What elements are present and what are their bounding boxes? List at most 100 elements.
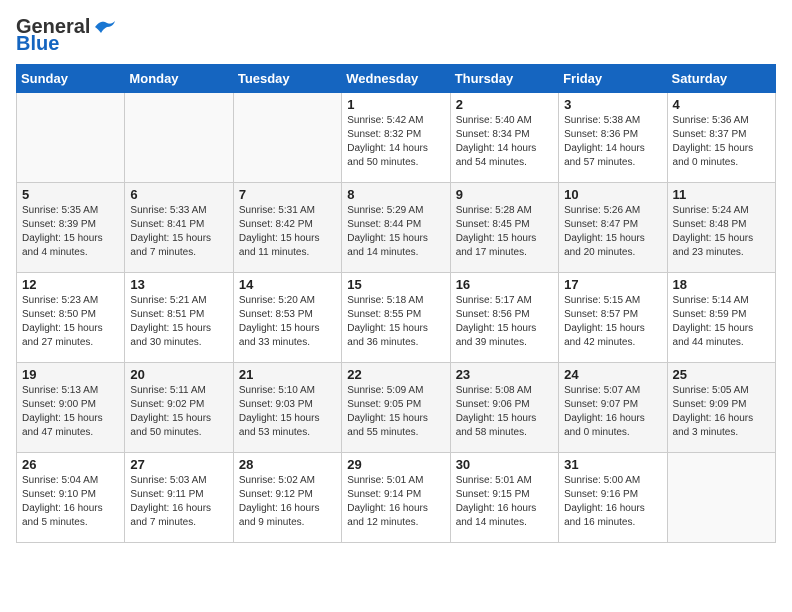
calendar-day-cell: 2Sunrise: 5:40 AM Sunset: 8:34 PM Daylig… (450, 93, 558, 183)
calendar-day-cell: 15Sunrise: 5:18 AM Sunset: 8:55 PM Dayli… (342, 273, 450, 363)
day-info: Sunrise: 5:28 AM Sunset: 8:45 PM Dayligh… (456, 204, 553, 260)
calendar-day-cell: 7 Sunrise: 5:31 AM Sunset: 8:42 PM Daylig… (233, 183, 341, 273)
day-number: 24 (564, 367, 661, 382)
day-info: Sunrise: 5:13 AM Sunset: 9:00 PM Dayligh… (22, 384, 119, 440)
day-number: 27 (130, 457, 227, 472)
calendar-day-cell: 12 Sunrise: 5:23 AM Sunset: 8:50 PM Dayli… (17, 273, 125, 363)
day-info: Sunrise: 5:26 AM Sunset: 8:47 PM Dayligh… (564, 204, 661, 260)
calendar-week-row: 26 Sunrise: 5:04 AM Sunset: 9:10 PM Dayli… (17, 453, 776, 543)
calendar-day-cell: 30 Sunrise: 5:01 AM Sunset: 9:15 PM Dayli… (450, 453, 558, 543)
day-info: Sunrise: 5:09 AM Sunset: 9:05 PM Dayligh… (347, 384, 444, 440)
calendar-body: 1 Sunrise: 5:42 AM Sunset: 8:32 PM Daylig… (17, 93, 776, 543)
day-info: Sunrise: 5:36 AM Sunset: 8:37 PM Dayligh… (673, 114, 770, 170)
day-info: Sunrise: 5:07 AM Sunset: 9:07 PM Dayligh… (564, 384, 661, 440)
day-number: 2 (456, 97, 553, 112)
day-number: 18 (673, 277, 770, 292)
day-number: 25 (673, 367, 770, 382)
day-number: 10 (564, 187, 661, 202)
calendar-header: SundayMondayTuesdayWednesdayThursdayFrid… (17, 65, 776, 93)
calendar-week-row: 12 Sunrise: 5:23 AM Sunset: 8:50 PM Dayli… (17, 273, 776, 363)
day-of-week-header: Monday (125, 65, 233, 93)
day-number: 11 (673, 187, 770, 202)
day-of-week-header: Wednesday (342, 65, 450, 93)
logo-blue-text: Blue (16, 33, 59, 56)
calendar-day-cell: 13Sunrise: 5:21 AM Sunset: 8:51 PM Dayli… (125, 273, 233, 363)
calendar-day-cell: 31 Sunrise: 5:00 AM Sunset: 9:16 PM Dayli… (559, 453, 667, 543)
calendar-day-cell: 6 Sunrise: 5:33 AM Sunset: 8:41 PM Daylig… (125, 183, 233, 273)
day-info: Sunrise: 5:08 AM Sunset: 9:06 PM Dayligh… (456, 384, 553, 440)
calendar-day-cell: 5 Sunrise: 5:35 AM Sunset: 8:39 PM Daylig… (17, 183, 125, 273)
day-of-week-header: Sunday (17, 65, 125, 93)
page-header: General Blue (16, 16, 776, 56)
day-number: 12 (22, 277, 119, 292)
day-number: 31 (564, 457, 661, 472)
day-number: 20 (130, 367, 227, 382)
day-number: 30 (456, 457, 553, 472)
day-of-week-header: Thursday (450, 65, 558, 93)
day-info: Sunrise: 5:03 AM Sunset: 9:11 PM Dayligh… (130, 474, 227, 530)
day-info: Sunrise: 5:17 AM Sunset: 8:56 PM Dayligh… (456, 294, 553, 350)
calendar-day-cell: 24 Sunrise: 5:07 AM Sunset: 9:07 PM Dayli… (559, 363, 667, 453)
day-info: Sunrise: 5:29 AM Sunset: 8:44 PM Dayligh… (347, 204, 444, 260)
day-info: Sunrise: 5:42 AM Sunset: 8:32 PM Dayligh… (347, 114, 444, 170)
day-info: Sunrise: 5:31 AM Sunset: 8:42 PM Dayligh… (239, 204, 336, 260)
calendar-week-row: 1 Sunrise: 5:42 AM Sunset: 8:32 PM Daylig… (17, 93, 776, 183)
calendar-day-cell: 25 Sunrise: 5:05 AM Sunset: 9:09 PM Dayli… (667, 363, 775, 453)
calendar-day-cell: 11 Sunrise: 5:24 AM Sunset: 8:48 PM Dayli… (667, 183, 775, 273)
calendar-day-cell: 16Sunrise: 5:17 AM Sunset: 8:56 PM Dayli… (450, 273, 558, 363)
calendar-day-cell: 29Sunrise: 5:01 AM Sunset: 9:14 PM Dayli… (342, 453, 450, 543)
day-info: Sunrise: 5:33 AM Sunset: 8:41 PM Dayligh… (130, 204, 227, 260)
day-number: 22 (347, 367, 444, 382)
day-info: Sunrise: 5:01 AM Sunset: 9:15 PM Dayligh… (456, 474, 553, 530)
day-number: 4 (673, 97, 770, 112)
calendar-day-cell (125, 93, 233, 183)
day-info: Sunrise: 5:24 AM Sunset: 8:48 PM Dayligh… (673, 204, 770, 260)
calendar-day-cell: 4 Sunrise: 5:36 AM Sunset: 8:37 PM Daylig… (667, 93, 775, 183)
day-info: Sunrise: 5:35 AM Sunset: 8:39 PM Dayligh… (22, 204, 119, 260)
calendar-day-cell: 3Sunrise: 5:38 AM Sunset: 8:36 PM Daylig… (559, 93, 667, 183)
day-info: Sunrise: 5:15 AM Sunset: 8:57 PM Dayligh… (564, 294, 661, 350)
day-info: Sunrise: 5:00 AM Sunset: 9:16 PM Dayligh… (564, 474, 661, 530)
calendar-day-cell: 1 Sunrise: 5:42 AM Sunset: 8:32 PM Daylig… (342, 93, 450, 183)
day-number: 6 (130, 187, 227, 202)
logo: General Blue (16, 16, 115, 56)
day-info: Sunrise: 5:20 AM Sunset: 8:53 PM Dayligh… (239, 294, 336, 350)
day-info: Sunrise: 5:23 AM Sunset: 8:50 PM Dayligh… (22, 294, 119, 350)
day-number: 1 (347, 97, 444, 112)
day-number: 13 (130, 277, 227, 292)
day-number: 14 (239, 277, 336, 292)
calendar-day-cell: 8Sunrise: 5:29 AM Sunset: 8:44 PM Daylig… (342, 183, 450, 273)
day-of-week-header: Friday (559, 65, 667, 93)
day-number: 3 (564, 97, 661, 112)
calendar-day-cell: 9Sunrise: 5:28 AM Sunset: 8:45 PM Daylig… (450, 183, 558, 273)
calendar-day-cell: 28 Sunrise: 5:02 AM Sunset: 9:12 PM Dayli… (233, 453, 341, 543)
calendar-day-cell: 23Sunrise: 5:08 AM Sunset: 9:06 PM Dayli… (450, 363, 558, 453)
day-info: Sunrise: 5:02 AM Sunset: 9:12 PM Dayligh… (239, 474, 336, 530)
calendar-week-row: 19 Sunrise: 5:13 AM Sunset: 9:00 PM Dayli… (17, 363, 776, 453)
calendar-day-cell: 27 Sunrise: 5:03 AM Sunset: 9:11 PM Dayli… (125, 453, 233, 543)
calendar-day-cell: 18Sunrise: 5:14 AM Sunset: 8:59 PM Dayli… (667, 273, 775, 363)
days-of-week-row: SundayMondayTuesdayWednesdayThursdayFrid… (17, 65, 776, 93)
calendar-day-cell: 20 Sunrise: 5:11 AM Sunset: 9:02 PM Dayli… (125, 363, 233, 453)
calendar-day-cell: 19 Sunrise: 5:13 AM Sunset: 9:00 PM Dayli… (17, 363, 125, 453)
day-info: Sunrise: 5:04 AM Sunset: 9:10 PM Dayligh… (22, 474, 119, 530)
day-number: 7 (239, 187, 336, 202)
day-number: 5 (22, 187, 119, 202)
day-of-week-header: Tuesday (233, 65, 341, 93)
calendar-day-cell: 22 Sunrise: 5:09 AM Sunset: 9:05 PM Dayli… (342, 363, 450, 453)
day-number: 19 (22, 367, 119, 382)
day-info: Sunrise: 5:01 AM Sunset: 9:14 PM Dayligh… (347, 474, 444, 530)
day-info: Sunrise: 5:11 AM Sunset: 9:02 PM Dayligh… (130, 384, 227, 440)
calendar-day-cell: 21Sunrise: 5:10 AM Sunset: 9:03 PM Dayli… (233, 363, 341, 453)
day-info: Sunrise: 5:05 AM Sunset: 9:09 PM Dayligh… (673, 384, 770, 440)
day-number: 15 (347, 277, 444, 292)
day-number: 26 (22, 457, 119, 472)
calendar-table: SundayMondayTuesdayWednesdayThursdayFrid… (16, 64, 776, 543)
logo-bird-icon (93, 17, 115, 35)
day-of-week-header: Saturday (667, 65, 775, 93)
day-number: 17 (564, 277, 661, 292)
day-number: 28 (239, 457, 336, 472)
calendar-week-row: 5 Sunrise: 5:35 AM Sunset: 8:39 PM Daylig… (17, 183, 776, 273)
day-info: Sunrise: 5:10 AM Sunset: 9:03 PM Dayligh… (239, 384, 336, 440)
calendar-day-cell: 10 Sunrise: 5:26 AM Sunset: 8:47 PM Dayli… (559, 183, 667, 273)
